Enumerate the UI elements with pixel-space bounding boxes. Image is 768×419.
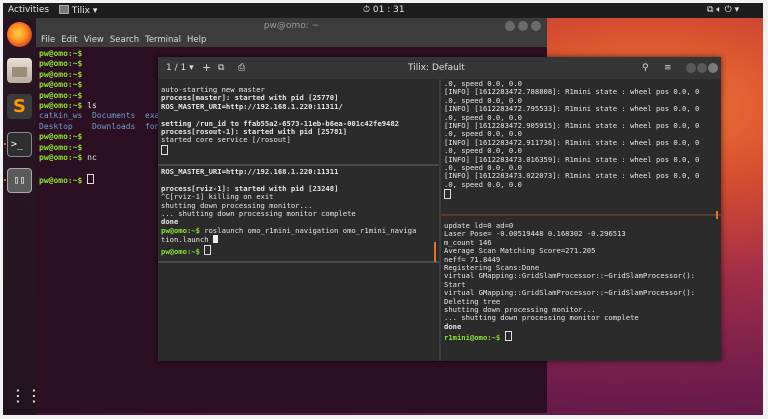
pane-divider-left	[158, 261, 439, 263]
window-title: Tilix: Default	[408, 63, 465, 73]
minimize-icon[interactable]	[686, 63, 696, 73]
text-cursor	[161, 144, 168, 155]
terminal-pane-bottom-left[interactable]: ROS_MASTER_URI=http://192.168.1.220:1131…	[158, 167, 438, 361]
terminal-pane-top-right[interactable]: .0, speed 0.0, 0.0 [INFO] [1612283472.78…	[441, 79, 721, 212]
text-cursor	[444, 189, 451, 200]
app-menu[interactable]: Tilix ▾	[59, 5, 97, 16]
menu-file[interactable]: File	[41, 35, 55, 45]
terminal-icon[interactable]: >_	[7, 132, 32, 157]
tilix-window[interactable]: 1 / 1 ▾ + ⧉ ⎙ Tilix: Default ⚲ ≡ auto-st…	[158, 57, 721, 361]
split-icon[interactable]: ⧉	[218, 63, 224, 73]
dock: S >_ ▯▯ ⋮⋮⋮	[3, 18, 58, 415]
clock[interactable]: ⏱ 01 : 31	[363, 5, 405, 15]
pane-splitter-right[interactable]	[441, 214, 721, 216]
firefox-icon[interactable]	[7, 22, 32, 47]
active-indicator	[4, 179, 6, 181]
search-icon[interactable]: ⚲	[642, 63, 649, 73]
power-icon: ⏻	[724, 5, 732, 15]
clock-label: 01 : 31	[372, 5, 405, 15]
maximize-icon[interactable]	[518, 21, 528, 31]
sync-input-icon[interactable]: ⎙	[238, 63, 245, 73]
text-cursor	[504, 331, 512, 342]
chevron-down-icon: ▾	[92, 6, 98, 16]
text-cursor	[87, 173, 95, 184]
session-switcher[interactable]: 1 / 1 ▾	[166, 63, 194, 73]
network-icon: ⧉	[707, 5, 714, 15]
chevron-down-icon: ▾	[734, 5, 740, 15]
hamburger-menu-icon[interactable]: ≡	[664, 63, 672, 73]
menu-search[interactable]: Search	[110, 35, 139, 45]
menu-edit[interactable]: Edit	[61, 35, 77, 45]
scroll-indicator	[716, 211, 718, 219]
pane-output: update ld=0 ad=0 Laser Pose= -0.00519448…	[444, 221, 695, 343]
terminal-pane-bottom-right[interactable]: update ld=0 ad=0 Laser Pose= -0.00519448…	[441, 221, 721, 361]
system-menu[interactable]: ⧉ 🔈︎ ⏻ ▾	[707, 5, 739, 15]
desktop: Activities Tilix ▾ ⏱ 01 : 31 ⧉ 🔈︎ ⏻ ▾ S …	[3, 3, 763, 415]
text-cursor	[212, 235, 218, 244]
tilix-headerbar[interactable]: 1 / 1 ▾ + ⧉ ⎙ Tilix: Default ⚲ ≡	[158, 57, 721, 79]
show-apps-icon[interactable]: ⋮⋮⋮	[10, 386, 58, 406]
close-icon[interactable]	[531, 21, 541, 31]
active-indicator	[4, 143, 6, 145]
close-icon[interactable]	[708, 63, 718, 73]
maximize-icon[interactable]	[697, 63, 707, 73]
add-terminal-icon[interactable]: +	[202, 61, 211, 74]
tilix-icon[interactable]: ▯▯	[7, 168, 32, 193]
pane-output: .0, speed 0.0, 0.0 [INFO] [1612283472.78…	[441, 79, 721, 202]
scroll-indicator	[434, 242, 436, 262]
tilix-small-icon	[59, 5, 69, 14]
sublime-icon[interactable]: S	[7, 94, 32, 119]
activities-button[interactable]: Activities	[8, 5, 49, 15]
menu-view[interactable]: View	[84, 35, 104, 45]
text-cursor	[204, 244, 212, 255]
pane-output: auto-starting new master process[master]…	[158, 85, 438, 157]
window-title: pw@omo: ~	[263, 21, 320, 31]
menu-help[interactable]: Help	[187, 35, 206, 45]
menu-terminal[interactable]: Terminal	[145, 35, 181, 45]
stopwatch-icon: ⏱	[363, 5, 371, 15]
menubar: File Edit View Search Terminal Help	[36, 34, 547, 47]
pane-output: ROS_MASTER_URI=http://192.168.1.220:1131…	[161, 167, 417, 256]
window-titlebar[interactable]: pw@omo: ~	[36, 18, 547, 34]
minimize-icon[interactable]	[505, 21, 515, 31]
chevron-down-icon: ▾	[189, 63, 194, 73]
files-icon[interactable]	[7, 58, 32, 83]
session-indicator: 1 / 1	[166, 63, 187, 73]
top-bar: Activities Tilix ▾ ⏱ 01 : 31 ⧉ 🔈︎ ⏻ ▾	[3, 3, 763, 18]
volume-icon: 🔈︎	[716, 5, 722, 15]
app-menu-label: Tilix	[71, 6, 90, 16]
pane-splitter-left[interactable]	[158, 164, 439, 166]
